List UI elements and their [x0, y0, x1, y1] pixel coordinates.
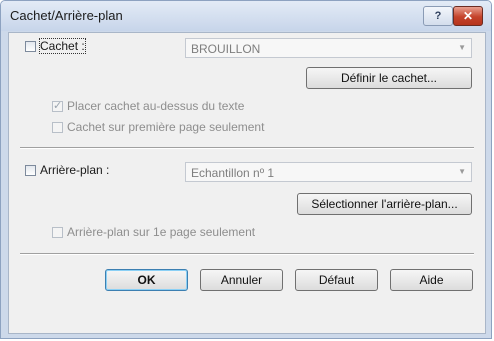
close-icon: ✕ [462, 9, 474, 23]
help-button[interactable]: Aide [390, 269, 473, 291]
background-combo-value: Echantillon nº 1 [191, 166, 275, 180]
window-title: Cachet/Arrière-plan [10, 8, 123, 23]
separator [20, 147, 474, 149]
stamp-over-text-checkbox[interactable]: ✓ [52, 100, 63, 112]
close-button[interactable]: ✕ [453, 6, 483, 26]
stamp-first-page-label: Cachet sur première page seulement [67, 120, 265, 134]
stamp-over-text-label: Placer cachet au-dessus du texte [67, 99, 245, 113]
question-icon: ? [434, 10, 442, 22]
cancel-button[interactable]: Annuler [200, 269, 283, 291]
dialog-body: Cachet : BROUILLON ▼ Définir le cachet..… [8, 32, 486, 334]
separator [20, 253, 474, 255]
title-bar: Cachet/Arrière-plan ? ✕ [1, 1, 491, 31]
background-first-page-label: Arrière-plan sur 1e page seulement [67, 225, 256, 239]
help-title-button[interactable]: ? [423, 6, 453, 26]
background-label[interactable]: Arrière-plan : [40, 163, 109, 177]
stamp-label[interactable]: Cachet : [39, 38, 86, 54]
checkmark-icon: ✓ [53, 100, 63, 112]
define-stamp-button[interactable]: Définir le cachet... [306, 67, 472, 89]
background-first-page-checkbox[interactable] [52, 227, 63, 238]
chevron-down-icon: ▼ [458, 167, 466, 176]
background-combo[interactable]: Echantillon nº 1 ▼ [185, 162, 472, 182]
chevron-down-icon: ▼ [458, 43, 466, 52]
select-background-button[interactable]: Sélectionner l'arrière-plan... [297, 193, 472, 215]
stamp-first-page-checkbox[interactable] [52, 122, 63, 133]
default-button[interactable]: Défaut [295, 269, 378, 291]
ok-button[interactable]: OK [105, 269, 188, 291]
background-checkbox[interactable] [25, 165, 36, 176]
stamp-combo-value: BROUILLON [191, 42, 261, 56]
dialog-window: Cachet/Arrière-plan ? ✕ Cachet : BROUILL… [0, 0, 492, 339]
stamp-combo[interactable]: BROUILLON ▼ [185, 38, 472, 58]
stamp-checkbox[interactable] [25, 41, 36, 52]
